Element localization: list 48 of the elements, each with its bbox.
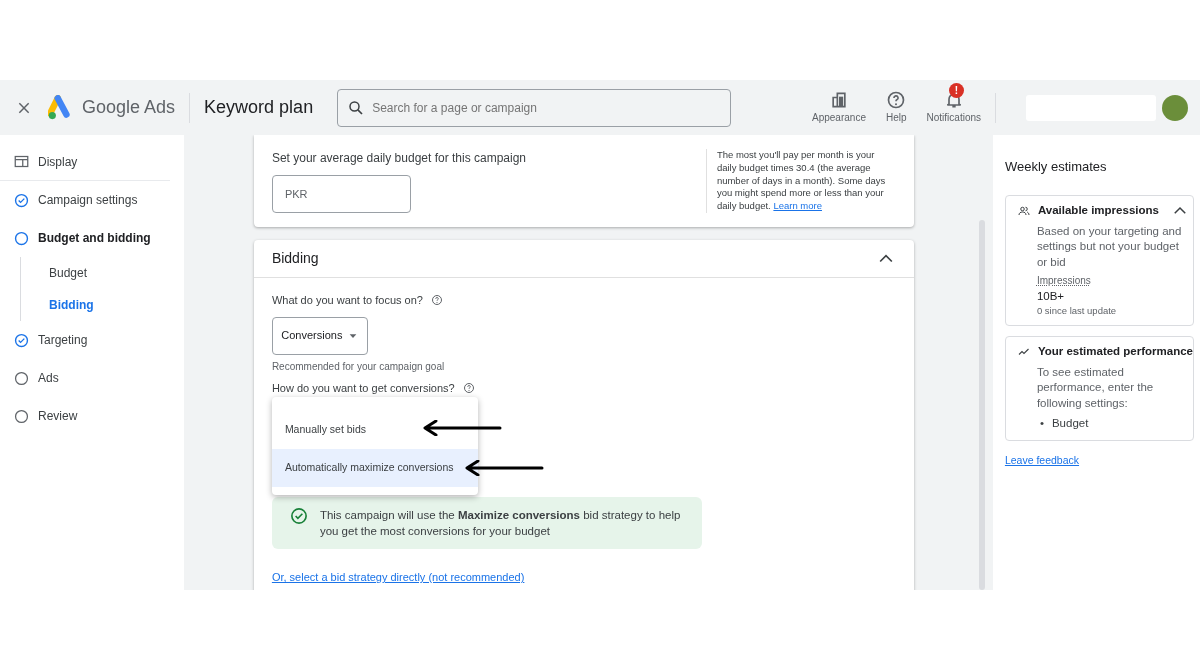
dropdown-option[interactable]: Automatically maximize conversions <box>271 449 478 488</box>
focus-dropdown[interactable]: Conversions <box>271 316 368 355</box>
help-button[interactable]: Help <box>885 90 907 125</box>
bid-strategy-link[interactable]: Or, select a bid strategy directly (not recommended) <box>271 569 525 586</box>
search-field[interactable]: Search for a page or campaign <box>337 88 732 127</box>
card-title: Your estimated performance <box>1037 344 1193 360</box>
section-title: Bidding <box>271 249 319 269</box>
metric-label: Impressions <box>1036 274 1091 288</box>
metric-value: 10B+ <box>1035 289 1066 305</box>
window-icon <box>14 154 29 169</box>
metric-note: 0 since last update <box>1035 304 1118 318</box>
check-circle-icon <box>289 507 308 526</box>
sidebar-subitem[interactable]: Bidding <box>49 289 184 321</box>
panel-title: Weekly estimates <box>1004 158 1108 176</box>
sidebar-item[interactable]: Targeting <box>0 321 184 359</box>
sidebar-item[interactable]: Campaign settings <box>0 181 184 219</box>
card-text: Based on your targeting and settings but not your budget or bid <box>1035 223 1183 270</box>
card-text: To see estimated performance, enter the following settings: <box>1035 364 1155 411</box>
people-icon <box>1017 204 1030 217</box>
list-bullet: • <box>1039 416 1044 432</box>
info-text: This campaign will use the Maximize conversions bid strategy to help you get the most conversions for your budget <box>319 508 682 540</box>
alert-badge: ! <box>949 83 964 98</box>
learn-more-link[interactable]: Learn more <box>773 200 822 212</box>
budget-field[interactable]: PKR <box>271 175 411 213</box>
page-title: Keyword plan <box>204 96 314 119</box>
appearance-button[interactable]: Appearance <box>812 90 866 125</box>
sidebar-item[interactable]: Review <box>0 397 184 435</box>
focus-hint: Recommended for your campaign goal <box>271 359 446 374</box>
avatar[interactable] <box>1162 94 1188 121</box>
budget-note: The most you'll pay per month is your daily budget times 30.4 (the average number of days in a month). Some days you might spend more or less than your daily budget. Learn more <box>705 149 896 214</box>
help-icon <box>886 90 907 110</box>
feedback-link[interactable]: Leave feedback <box>1004 454 1080 467</box>
conversions-question: How do you want to get conversions? <box>271 380 455 396</box>
trend-icon <box>1017 346 1030 358</box>
focus-question: What do you want to focus on? <box>271 293 423 309</box>
dropdown-option[interactable]: Manually set bids <box>271 411 478 450</box>
sidebar-item[interactable]: Budget and bidding <box>0 219 184 257</box>
budget-label: Set your average daily budget for this campaign <box>271 150 527 167</box>
sidebar-label: Display <box>38 153 78 171</box>
help-icon[interactable] <box>462 381 475 394</box>
card-title: Available impressions <box>1037 202 1159 218</box>
settings-item: Budget <box>1051 416 1089 432</box>
layout-icon <box>829 90 849 110</box>
help-icon[interactable] <box>430 294 443 307</box>
scrollbar[interactable] <box>978 220 985 590</box>
sidebar-subitem[interactable]: Budget <box>49 257 184 289</box>
product-name: Google Ads <box>82 96 176 119</box>
sidebar-item[interactable]: Ads <box>0 359 184 397</box>
